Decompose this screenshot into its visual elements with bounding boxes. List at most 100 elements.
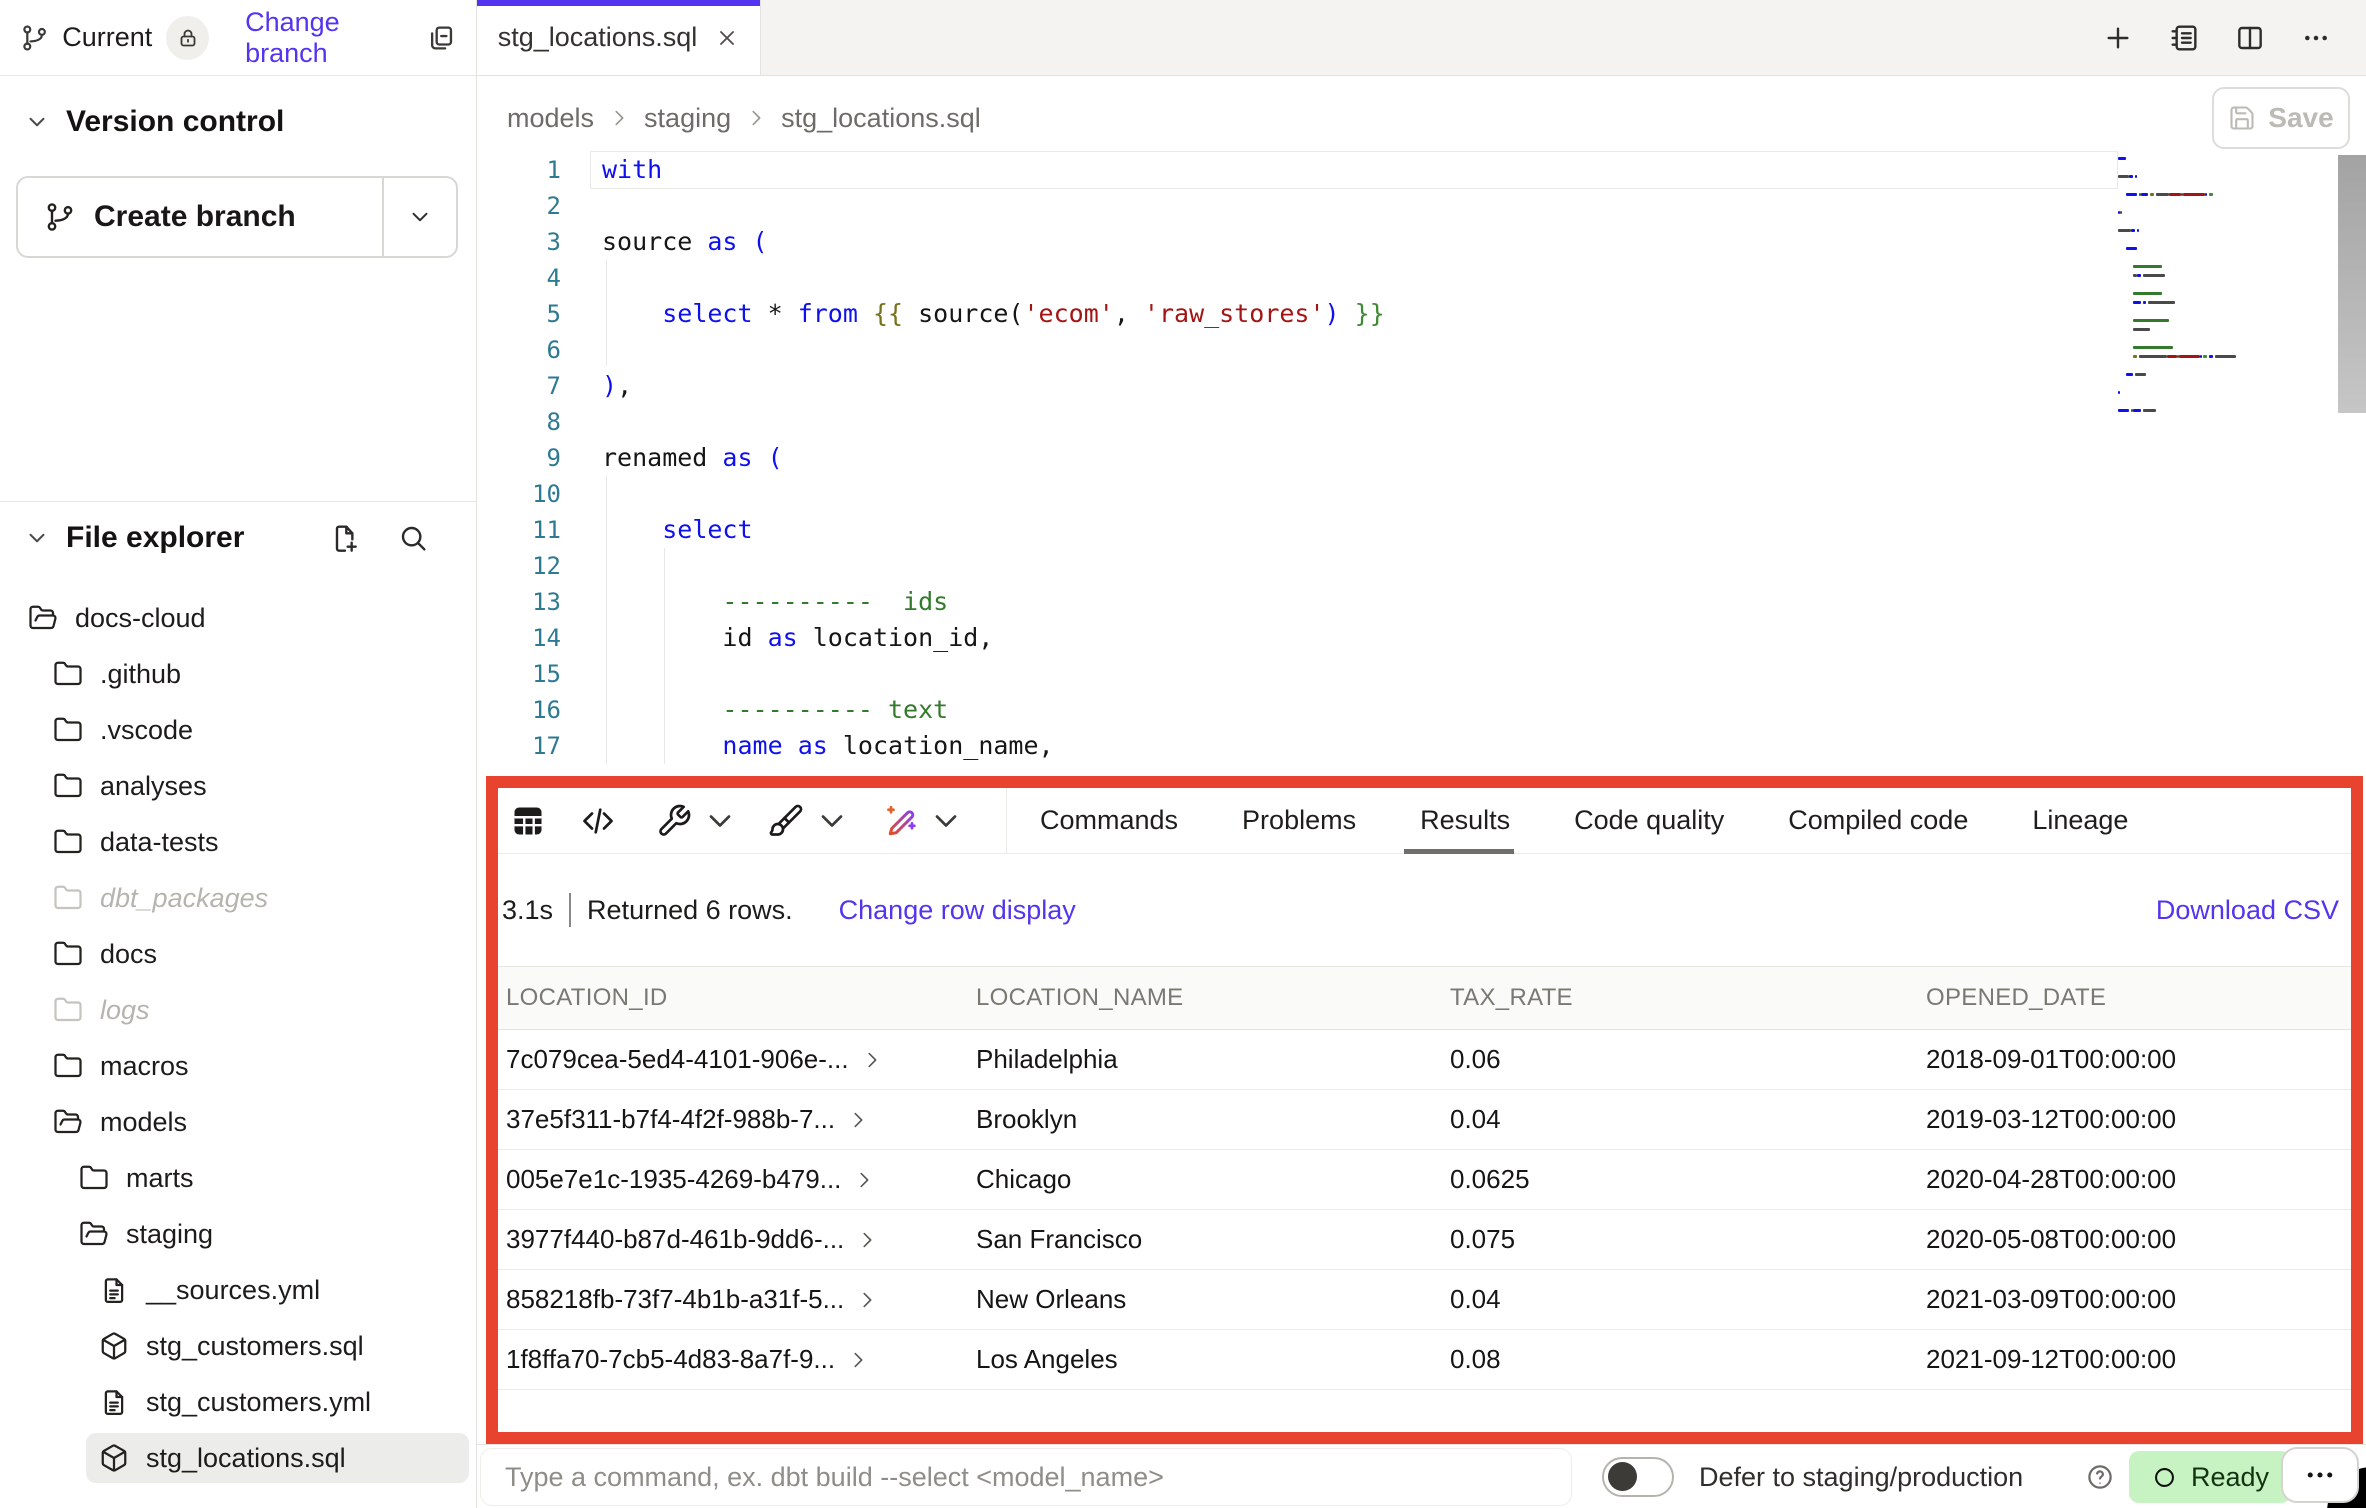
- save-button[interactable]: Save: [2212, 87, 2350, 149]
- status-badge-ready[interactable]: Ready: [2129, 1451, 2291, 1503]
- defer-toggle[interactable]: [1602, 1457, 1674, 1497]
- file-item-vscode[interactable]: .vscode: [40, 705, 469, 755]
- current-branch-label: Current: [62, 22, 152, 53]
- code-line-1: with: [602, 152, 1385, 188]
- panel-tab-commands[interactable]: Commands: [1040, 788, 1178, 853]
- file-item-dbt-packages[interactable]: dbt_packages: [40, 873, 469, 923]
- chevron-down-icon: [24, 109, 50, 135]
- minimap[interactable]: [2118, 154, 2248, 415]
- code-editor[interactable]: 1234567891011121314151617 with source as…: [477, 160, 2366, 776]
- file-item-data-tests[interactable]: data-tests: [40, 817, 469, 867]
- chevron-down-icon: [24, 525, 50, 551]
- column-header-location-id: LOCATION_ID: [498, 984, 968, 1012]
- status-ring-icon: [2151, 1464, 2178, 1491]
- file-item-label: __sources.yml: [146, 1275, 320, 1306]
- cube-icon: [99, 1443, 129, 1473]
- panel-tab-problems[interactable]: Problems: [1242, 788, 1356, 853]
- panel-tab-results[interactable]: Results: [1420, 788, 1510, 853]
- code-view-button[interactable]: [580, 803, 616, 839]
- file-item-label: .github: [100, 659, 181, 690]
- file-item-label: macros: [100, 1051, 189, 1082]
- file-item-docs-cloud[interactable]: docs-cloud: [15, 593, 469, 643]
- table-row[interactable]: 1f8ffa70-7cb5-4d83-8a7f-9...Los Angeles0…: [498, 1330, 2351, 1390]
- dbt-cloud-ide: Current Change branch Version control Cr…: [0, 0, 2366, 1508]
- editor-scrollbar[interactable]: [2338, 155, 2366, 413]
- expand-cell-icon[interactable]: [861, 1049, 883, 1071]
- tab-stg-locations-sql[interactable]: stg_locations.sql: [477, 0, 761, 75]
- panel-tab-compiled-code[interactable]: Compiled code: [1788, 788, 1968, 853]
- table-cell: 2021-09-12T00:00:00: [1918, 1344, 2351, 1375]
- file-item-stg-customers-sql[interactable]: stg_customers.sql: [86, 1321, 469, 1371]
- file-item-sources-yml[interactable]: __sources.yml: [86, 1265, 469, 1315]
- table-view-button[interactable]: [510, 803, 546, 839]
- create-branch-dropdown[interactable]: [384, 204, 456, 230]
- chevron-down-icon: [928, 803, 964, 839]
- file-item-label: docs: [100, 939, 157, 970]
- file-item-stg-locations-sql[interactable]: stg_locations.sql: [86, 1433, 469, 1483]
- rows-returned: Returned 6 rows.: [587, 895, 793, 926]
- chevron-down-icon: [702, 803, 738, 839]
- breadcrumb-staging[interactable]: staging: [644, 103, 731, 134]
- code-line-2: [602, 188, 1385, 224]
- new-tab-icon[interactable]: [2102, 22, 2134, 54]
- file-item-macros[interactable]: macros: [40, 1041, 469, 1091]
- format-button[interactable]: [768, 803, 850, 839]
- new-file-icon[interactable]: [329, 522, 361, 554]
- command-placeholder: Type a command, ex. dbt build --select <…: [505, 1462, 1164, 1493]
- code-line-14: id as location_id,: [602, 620, 1385, 656]
- code-line-9: renamed as (: [602, 440, 1385, 476]
- change-row-display-link[interactable]: Change row display: [839, 895, 1076, 926]
- file-item-github[interactable]: .github: [40, 649, 469, 699]
- expand-cell-icon[interactable]: [847, 1349, 869, 1371]
- table-row[interactable]: 858218fb-73f7-4b1b-a31f-5...New Orleans0…: [498, 1270, 2351, 1330]
- table-row[interactable]: 37e5f311-b7f4-4f2f-988b-7...Brooklyn0.04…: [498, 1090, 2351, 1150]
- file-item-marts[interactable]: marts: [66, 1153, 469, 1203]
- code-content[interactable]: with source as ( select * from {{ source…: [602, 152, 1385, 764]
- build-button[interactable]: [656, 803, 738, 839]
- ai-assist-button[interactable]: [882, 803, 964, 839]
- change-branch-link[interactable]: Change branch: [245, 7, 425, 69]
- file-item-docs[interactable]: docs: [40, 929, 469, 979]
- file-item-stg-customers-yml[interactable]: stg_customers.yml: [86, 1377, 469, 1427]
- expand-cell-icon[interactable]: [856, 1229, 878, 1251]
- copy-icon[interactable]: [425, 22, 456, 54]
- table-cell: Chicago: [968, 1164, 1442, 1195]
- notebook-icon[interactable]: [2168, 22, 2200, 54]
- more-options-icon[interactable]: [2300, 22, 2332, 54]
- sidebar: Current Change branch Version control Cr…: [0, 0, 477, 1508]
- help-icon[interactable]: [2085, 1462, 2115, 1492]
- code-line-15: [602, 656, 1385, 692]
- create-branch-label: Create branch: [94, 200, 296, 234]
- panel-tab-lineage[interactable]: Lineage: [2032, 788, 2128, 853]
- create-branch-button[interactable]: Create branch: [16, 176, 458, 258]
- table-row[interactable]: 3977f440-b87d-461b-9dd6-...San Francisco…: [498, 1210, 2351, 1270]
- panel-tab-code-quality[interactable]: Code quality: [1574, 788, 1724, 853]
- table-row[interactable]: 7c079cea-5ed4-4101-906e-...Philadelphia0…: [498, 1030, 2351, 1090]
- file-item-analyses[interactable]: analyses: [40, 761, 469, 811]
- close-icon[interactable]: [715, 26, 739, 50]
- expand-cell-icon[interactable]: [856, 1289, 878, 1311]
- column-header-location-name: LOCATION_NAME: [968, 984, 1442, 1012]
- download-csv-link[interactable]: Download CSV: [2156, 895, 2339, 926]
- file-item-logs[interactable]: logs: [40, 985, 469, 1035]
- branch-bar: Current Change branch: [0, 0, 476, 76]
- command-input[interactable]: Type a command, ex. dbt build --select <…: [480, 1448, 1572, 1506]
- breadcrumb-models[interactable]: models: [507, 103, 594, 134]
- breadcrumb-stg-locations-sql[interactable]: stg_locations.sql: [781, 103, 981, 134]
- file-item-staging[interactable]: staging: [66, 1209, 469, 1259]
- table-cell: Philadelphia: [968, 1044, 1442, 1075]
- table-header-row: LOCATION_IDLOCATION_NAMETAX_RATEOPENED_D…: [498, 966, 2351, 1030]
- file-item-models[interactable]: models: [40, 1097, 469, 1147]
- file-item-label: dbt_packages: [100, 883, 268, 914]
- search-icon[interactable]: [397, 522, 429, 554]
- file-explorer-header[interactable]: File explorer: [0, 508, 477, 568]
- split-editor-icon[interactable]: [2234, 22, 2266, 54]
- expand-cell-icon[interactable]: [853, 1169, 875, 1191]
- code-line-8: [602, 404, 1385, 440]
- table-row[interactable]: 005e7e1c-1935-4269-b479...Chicago0.06252…: [498, 1150, 2351, 1210]
- more-actions-button[interactable]: [2281, 1447, 2359, 1503]
- breadcrumb: models staging stg_locations.sql: [507, 103, 981, 134]
- active-tab-accent: [477, 0, 760, 6]
- version-control-header[interactable]: Version control: [0, 92, 476, 152]
- expand-cell-icon[interactable]: [847, 1109, 869, 1131]
